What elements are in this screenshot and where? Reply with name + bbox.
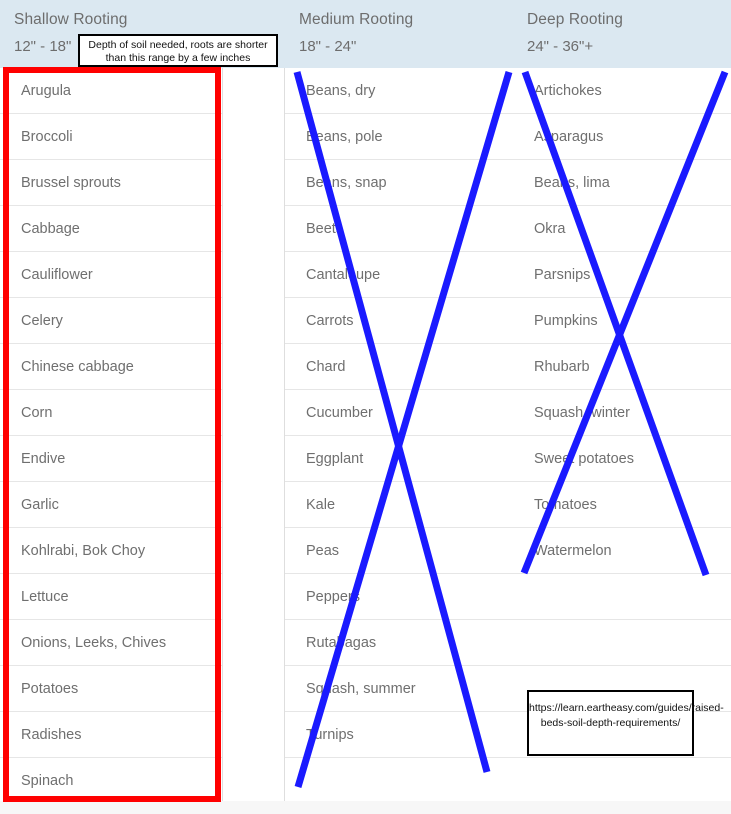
table-cell: Squash, winter	[513, 390, 731, 436]
table-cell: Eggplant	[285, 436, 513, 482]
table-cell: Brussel sprouts	[0, 160, 222, 206]
table-cell: Cucumber	[285, 390, 513, 436]
table-cell-empty	[513, 758, 731, 804]
table-cell-empty	[513, 620, 731, 666]
table-cell-empty	[285, 758, 513, 804]
table-cell: Beans, lima	[513, 160, 731, 206]
column-gap-1	[222, 68, 285, 801]
table-cell: Turnips	[285, 712, 513, 758]
header-range-deep: 24" - 36"+	[527, 38, 594, 55]
bottom-strip	[0, 801, 731, 814]
table-cell: Parsnips	[513, 252, 731, 298]
table-cell: Potatoes	[0, 666, 222, 712]
column-medium-rooting: Beans, dry Beans, pole Beans, snap Beets Can…	[285, 68, 513, 804]
table-cell: Rhubarb	[513, 344, 731, 390]
table-cell: Watermelon	[513, 528, 731, 574]
table-cell: Beans, dry	[285, 68, 513, 114]
tooltip-callout: Depth of soil needed, roots are shorter …	[78, 34, 278, 67]
table-cell: Corn	[0, 390, 222, 436]
header-title-medium: Medium Rooting	[299, 11, 414, 28]
source-url-callout: https://learn.eartheasy.com/guides/raise…	[527, 690, 724, 756]
table-cell: Chinese cabbage	[0, 344, 222, 390]
table-cell-empty	[513, 574, 731, 620]
table-cell: Pumpkins	[513, 298, 731, 344]
header-title-shallow: Shallow Rooting	[14, 11, 128, 28]
table-cell: Beets	[285, 206, 513, 252]
table-cell: Kohlrabi, Bok Choy	[0, 528, 222, 574]
column-divider-1	[222, 68, 223, 801]
table-cell: Endive	[0, 436, 222, 482]
table-cell: Celery	[0, 298, 222, 344]
table-cell: Onions, Leeks, Chives	[0, 620, 222, 666]
table-cell: Peas	[285, 528, 513, 574]
table-cell: Cantaloupe	[285, 252, 513, 298]
table-cell: Beans, snap	[285, 160, 513, 206]
table-cell: Arugula	[0, 68, 222, 114]
table-cell: Cauliflower	[0, 252, 222, 298]
table-cell: Beans, pole	[285, 114, 513, 160]
table-cell: Rutabagas	[285, 620, 513, 666]
table-cell: Chard	[285, 344, 513, 390]
header-column-medium: Medium Rooting 18" - 24"	[285, 0, 513, 68]
table-cell: Peppers	[285, 574, 513, 620]
table-cell: Okra	[513, 206, 731, 252]
table-cell: Squash, summer	[285, 666, 513, 712]
table-cell: Garlic	[0, 482, 222, 528]
table-cell: Artichokes	[513, 68, 731, 114]
table-cell: Carrots	[285, 298, 513, 344]
table-cell: Lettuce	[0, 574, 222, 620]
root-depth-table-screenshot: Shallow Rooting 12" - 18" Medium Rooting…	[0, 0, 731, 814]
table-cell: Tomatoes	[513, 482, 731, 528]
table-cell: Sweet potatoes	[513, 436, 731, 482]
header-range-medium: 18" - 24"	[299, 38, 357, 55]
header-column-deep: Deep Rooting 24" - 36"+	[513, 0, 731, 68]
column-shallow-rooting: Arugula Broccoli Brussel sprouts Cabbage Cau…	[0, 68, 222, 804]
table-cell: Radishes	[0, 712, 222, 758]
header-title-deep: Deep Rooting	[527, 11, 623, 28]
table-cell: Cabbage	[0, 206, 222, 252]
table-cell: Asparagus	[513, 114, 731, 160]
table-cell: Spinach	[0, 758, 222, 804]
table-cell: Broccoli	[0, 114, 222, 160]
table-cell: Kale	[285, 482, 513, 528]
